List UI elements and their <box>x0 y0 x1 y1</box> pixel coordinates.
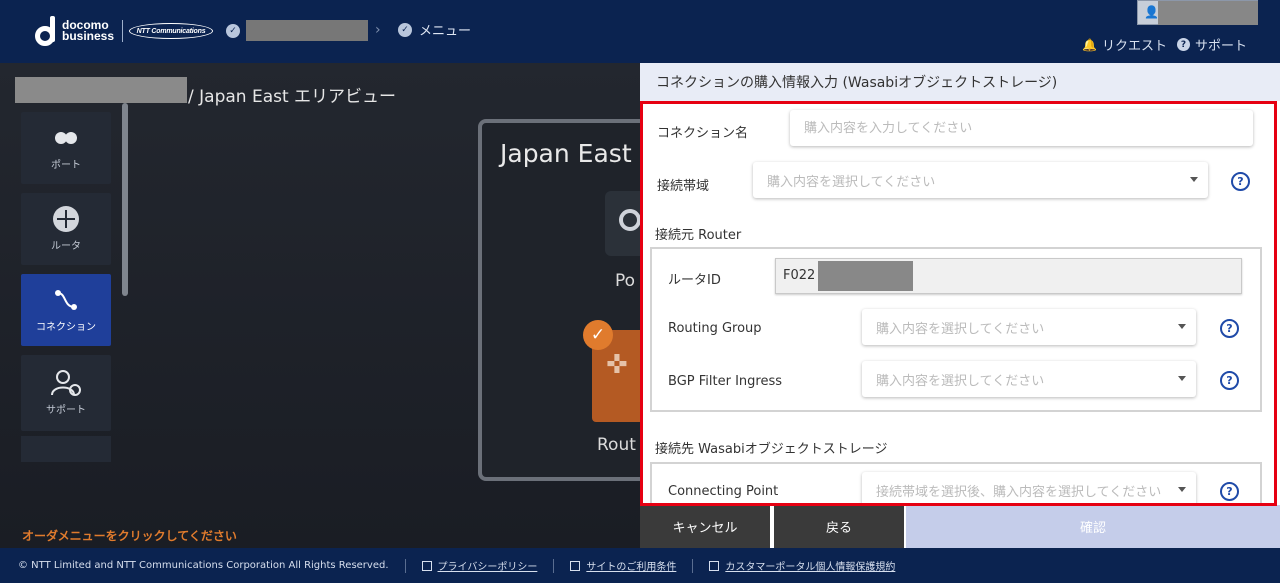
terms-of-use-label: サイトのご利用条件 <box>586 562 677 573</box>
top-header: docomo business NTT Communications ✓ › ✓… <box>0 0 1280 63</box>
support-label: サポート <box>1195 39 1248 54</box>
user-menu[interactable]: 👤 <box>1137 0 1258 25</box>
port-node-icon <box>619 209 641 231</box>
terms-of-use-link[interactable]: サイトのご利用条件 <box>570 558 676 573</box>
routing-group-select[interactable]: 購入内容を選択してください <box>862 309 1196 345</box>
support-icon <box>49 369 83 396</box>
port-icon <box>52 126 80 150</box>
breadcrumb-menu[interactable]: ✓ メニュー <box>398 20 471 39</box>
logo-divider <box>122 20 124 42</box>
drawer-form-scroll[interactable]: コネクション名 接続帯域 購入内容を選択してください ? 接続元 Router … <box>640 101 1280 505</box>
personal-info-policy-label: カスタマーポータル個人情報保護規約 <box>725 562 896 573</box>
chevron-down-icon <box>1178 487 1186 492</box>
support-link[interactable]: ? サポート <box>1177 35 1247 54</box>
bandwidth-select-value: 購入内容を選択してください <box>767 175 936 190</box>
routing-group-select-value: 購入内容を選択してください <box>876 322 1045 337</box>
connection-name-label: コネクション名 <box>657 126 749 141</box>
bgp-filter-ingress-select[interactable]: 購入内容を選択してください <box>862 361 1196 397</box>
routing-group-label: Routing Group <box>668 321 762 336</box>
external-link-icon <box>709 560 720 571</box>
sidebar-item-label: サポート <box>46 404 86 416</box>
router-node-label: Rout <box>597 435 636 455</box>
chevron-right-icon: › <box>375 22 381 38</box>
footer-divider <box>692 558 694 573</box>
area-map-title: Japan East <box>500 139 632 168</box>
masked-router-id <box>818 261 913 291</box>
bell-icon: 🔔 <box>1082 37 1097 52</box>
copyright-text: © NTT Limited and NTT Communications Cor… <box>18 560 389 571</box>
privacy-policy-link[interactable]: プライバシーポリシー <box>421 558 538 573</box>
chevron-down-icon <box>1190 177 1198 182</box>
footer-divider <box>404 558 406 573</box>
bgp-filter-ingress-label: BGP Filter Ingress <box>668 374 782 389</box>
connection-icon <box>52 288 80 312</box>
chevron-down-icon <box>1178 376 1186 381</box>
external-link-icon <box>570 560 581 571</box>
confirm-button[interactable]: 確認 <box>906 505 1280 548</box>
drawer-title: コネクションの購入情報入力 (Wasabiオブジェクトストレージ) <box>640 63 1280 101</box>
masked-tenant-name <box>246 20 368 41</box>
ntt-communications-logo: NTT Communications <box>129 23 214 39</box>
request-link[interactable]: 🔔 リクエスト <box>1082 35 1167 55</box>
connecting-point-label: Connecting Point <box>668 484 779 499</box>
check-circle-icon: ✓ <box>226 23 240 38</box>
sidebar-scrollbar[interactable] <box>122 103 128 296</box>
chevron-down-icon <box>1178 324 1186 329</box>
request-label: リクエスト <box>1101 39 1167 54</box>
masked-area-prefix <box>15 77 187 103</box>
routing-group-help-icon[interactable]: ? <box>1220 319 1239 338</box>
connection-purchase-drawer: コネクションの購入情報入力 (Wasabiオブジェクトストレージ) コネクション… <box>640 63 1280 548</box>
docomo-business-logo[interactable]: docomo business NTT Communications <box>35 16 214 46</box>
source-router-section-title: 接続元 Router <box>655 228 742 243</box>
bgp-filter-ingress-select-value: 購入内容を選択してください <box>876 374 1045 389</box>
sidebar-item-label: コネクション <box>36 321 96 333</box>
back-button[interactable]: 戻る <box>774 505 904 548</box>
area-view-title: / Japan East エリアビュー <box>188 87 397 107</box>
bgp-filter-ingress-help-icon[interactable]: ? <box>1220 371 1239 390</box>
connection-name-input[interactable] <box>790 110 1253 146</box>
footer-divider <box>553 558 555 573</box>
sidebar-item-port[interactable]: ポート <box>21 112 111 184</box>
breadcrumb-item-1[interactable]: ✓ <box>226 20 368 41</box>
docomo-logo-mark-icon <box>35 16 57 46</box>
router-node-icon: ✜ <box>606 350 628 380</box>
sidebar-item-label: ルータ <box>51 240 81 252</box>
port-node-label: Po <box>615 271 636 291</box>
router-id-label: ルータID <box>668 273 721 288</box>
check-circle-icon: ✓ <box>398 22 412 37</box>
masked-user-name <box>1158 1 1258 25</box>
sidebar-item-partial[interactable] <box>21 436 111 462</box>
sidebar-item-router[interactable]: ルータ <box>21 193 111 265</box>
page-footer: © NTT Limited and NTT Communications Cor… <box>0 548 1280 583</box>
help-circle-icon: ? <box>1177 38 1190 51</box>
bandwidth-help-icon[interactable]: ? <box>1231 172 1250 191</box>
router-id-value: F022 <box>783 268 816 283</box>
destination-section-title: 接続先 Wasabiオブジェクトストレージ <box>655 442 888 457</box>
connecting-point-select-value: 接続帯域を選択後、購入内容を選択してください <box>876 485 1162 500</box>
order-menu-hint: オーダメニューをクリックしてください <box>22 529 237 543</box>
sidebar-item-support[interactable]: サポート <box>21 355 111 431</box>
breadcrumb-menu-label: メニュー <box>419 24 472 39</box>
bandwidth-select[interactable]: 購入内容を選択してください <box>753 162 1208 198</box>
cancel-button[interactable]: キャンセル <box>640 505 770 548</box>
sidebar-item-label: ポート <box>51 159 81 171</box>
logo-line2: business <box>62 29 115 43</box>
selected-check-icon: ✓ <box>583 320 613 350</box>
connecting-point-select[interactable]: 接続帯域を選択後、購入内容を選択してください <box>862 472 1196 505</box>
external-link-icon <box>421 560 432 571</box>
router-id-field: F022 <box>775 258 1242 294</box>
sidebar-item-connection[interactable]: コネクション <box>21 274 111 346</box>
bandwidth-label: 接続帯域 <box>657 179 710 194</box>
personal-info-policy-link[interactable]: カスタマーポータル個人情報保護規約 <box>709 558 895 573</box>
connecting-point-help-icon[interactable]: ? <box>1220 482 1239 501</box>
router-icon <box>52 205 80 232</box>
privacy-policy-label: プライバシーポリシー <box>437 562 538 573</box>
user-icon: 👤 <box>1144 5 1159 19</box>
